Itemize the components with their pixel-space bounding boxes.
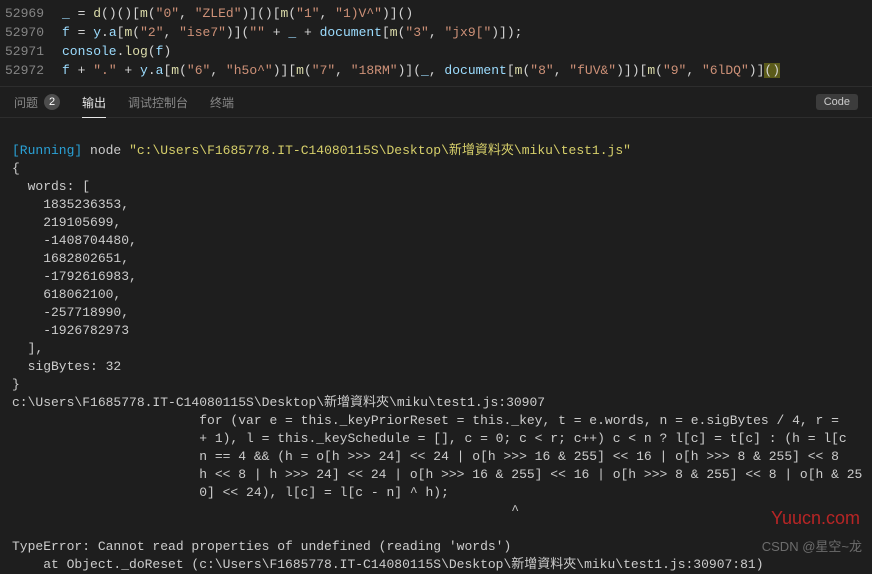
tab-terminal-label: 终端 [210,94,234,111]
line-number: 52971 [0,42,62,61]
out-for-l5: 0] << 24), l[c] = l[c - n] ^ h); [12,485,449,500]
out-for-l1: for (var e = this._keyPriorReset = this.… [12,413,847,428]
editor-pane: 52969_ = d()()[m("0", "ZLEd")]()[m("1", … [0,0,872,86]
out-error: TypeError: Cannot read properties of und… [12,539,511,554]
running-tag: [Running] [12,143,82,158]
cmd-node: node [90,143,121,158]
output-channel-selector[interactable]: Code [816,94,858,110]
code-line[interactable]: 52969_ = d()()[m("0", "ZLEd")]()[m("1", … [0,4,872,23]
code-content[interactable]: f + "." + y.a[m("6", "h5o^")][m("7", "18… [62,61,872,80]
panel-tab-bar: 问题 2 输出 调试控制台 终端 Code [0,86,872,118]
code-line[interactable]: 52972f + "." + y.a[m("6", "h5o^")][m("7"… [0,61,872,80]
tab-debug-label: 调试控制台 [128,94,188,111]
line-number: 52972 [0,61,62,80]
out-for-l3: n == 4 && (h = o[h >>> 24] << 24 | o[h >… [12,449,847,464]
tab-problems-label: 问题 [14,94,38,111]
tab-terminal[interactable]: 终端 [210,87,234,117]
out-words-close: ], [12,341,43,356]
tab-problems[interactable]: 问题 2 [14,87,60,117]
out-for-l4: h << 8 | h >>> 24] << 24 | o[h >>> 16 & … [12,467,862,482]
out-for-l2: + 1), l = this._keySchedule = [], c = 0;… [12,431,847,446]
out-sigbytes: sigBytes: 32 [12,359,121,374]
out-trace-path: c:\Users\F1685778.IT-C14080115S\Desktop\… [12,395,545,410]
out-blank [12,521,20,536]
code-line[interactable]: 52970f = y.a[m("2", "ise7")]("" + _ + do… [0,23,872,42]
problems-count-badge: 2 [44,94,60,110]
line-number: 52970 [0,23,62,42]
out-caret: ^ [12,503,519,518]
out-error2: at Object._doReset (c:\Users\F1685778.IT… [12,557,764,572]
tab-output[interactable]: 输出 [82,88,106,118]
code-line[interactable]: 52971console.log(f) [0,42,872,61]
cmd-path: "c:\Users\F1685778.IT-C14080115S\Desktop… [129,143,631,158]
tab-debug-console[interactable]: 调试控制台 [128,87,188,117]
out-word-values: 1835236353, 219105699, -1408704480, 1682… [12,196,860,340]
code-content[interactable]: _ = d()()[m("0", "ZLEd")]()[m("1", "1)V^… [62,4,872,23]
out-obj-open: { [12,161,20,176]
line-number: 52969 [0,4,62,23]
output-panel[interactable]: [Running] node "c:\Users\F1685778.IT-C14… [0,118,872,574]
out-obj-close: } [12,377,20,392]
code-content[interactable]: console.log(f) [62,42,872,61]
tab-output-label: 输出 [82,94,106,111]
out-words-open: words: [ [12,179,90,194]
code-content[interactable]: f = y.a[m("2", "ise7")]("" + _ + documen… [62,23,872,42]
